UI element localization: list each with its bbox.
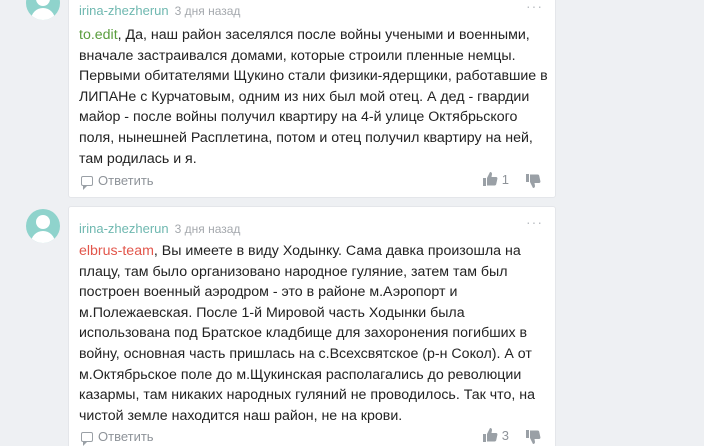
thumbs-down-icon — [526, 174, 541, 188]
like-button[interactable]: 1 — [482, 171, 509, 187]
comment-time: 3 дня назад — [174, 222, 241, 236]
like-count: 1 — [501, 171, 509, 187]
like-button[interactable]: 3 — [482, 427, 509, 443]
reply-icon — [81, 431, 93, 446]
reply-label: Ответить — [98, 429, 154, 444]
user-avatar-icon[interactable] — [26, 209, 60, 243]
more-dots-icon[interactable]: ··· — [526, 215, 543, 229]
author-link[interactable]: irina-zhezherun — [79, 221, 169, 236]
mention-link[interactable]: to.edit — [79, 27, 118, 43]
dislike-button[interactable] — [525, 429, 541, 445]
comment-card: irina-zhezherun 3 дня назад ··· to.edit, … — [68, 0, 556, 198]
comment-2: irina-zhezherun 3 дня назад ··· elbrus-te… — [0, 206, 704, 446]
reply-button[interactable]: Ответить — [81, 173, 154, 190]
comment-text: to.edit, Да, наш район заселялся после в… — [79, 25, 549, 169]
user-avatar-icon[interactable] — [26, 0, 60, 20]
reply-icon — [81, 175, 93, 190]
more-dots-icon[interactable]: ··· — [526, 0, 543, 13]
thumbs-up-icon — [482, 428, 498, 442]
thumbs-down-icon — [526, 430, 541, 444]
comment-body: , Да, наш район заселялся после войны уч… — [79, 27, 548, 167]
comment-text: elbrus-team, Вы имеете в виду Ходынку. С… — [79, 241, 549, 426]
reply-button[interactable]: Ответить — [81, 429, 154, 446]
comment-card: irina-zhezherun 3 дня назад ··· elbrus-te… — [68, 206, 556, 446]
comment-meta: irina-zhezherun 3 дня назад — [79, 221, 240, 236]
thumbs-up-icon — [482, 172, 498, 186]
comment-meta: irina-zhezherun 3 дня назад — [79, 3, 240, 18]
dislike-button[interactable] — [525, 173, 541, 189]
comment-1: irina-zhezherun 3 дня назад ··· to.edit, … — [0, 0, 704, 200]
comment-time: 3 дня назад — [174, 4, 241, 18]
comment-body: , Вы имеете в виду Ходынку. Сама давка п… — [79, 243, 536, 424]
author-link[interactable]: irina-zhezherun — [79, 3, 169, 18]
like-count: 3 — [501, 427, 509, 443]
reply-label: Ответить — [98, 173, 154, 188]
mention-link[interactable]: elbrus-team — [79, 243, 154, 259]
